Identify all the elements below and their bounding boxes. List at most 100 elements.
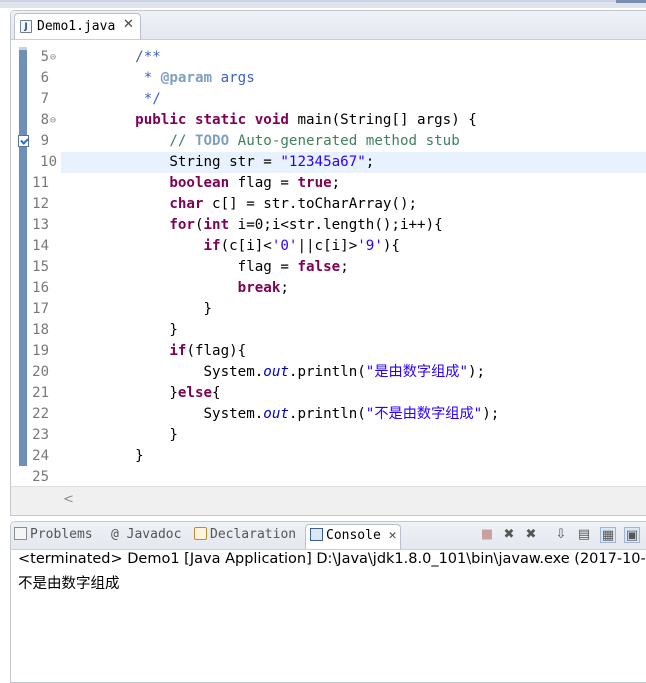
code-text: } (101, 448, 144, 464)
code-text: char c[] = str.toCharArray(); (169, 196, 418, 212)
code-line[interactable]: 7 */ (11, 89, 646, 110)
remove-launch-icon[interactable]: ✖ (501, 527, 517, 543)
problems-icon (14, 527, 27, 540)
code-text: */ (101, 91, 161, 107)
tab-label: @ Javadoc (111, 527, 182, 542)
line-number: 5 (40, 49, 49, 65)
code-line[interactable]: 24 } (11, 446, 646, 467)
line-number: 7 (40, 91, 49, 107)
fold-collapse-icon[interactable]: ⊖ (50, 110, 56, 131)
code-line[interactable]: 15 flag = false; (11, 257, 646, 278)
code-text: break; (237, 280, 289, 296)
console-panel: Problems @ Javadoc Declaration Console ✕ ■ ✖ ✖… (10, 521, 646, 683)
tab-javadoc[interactable]: @ Javadoc (111, 527, 181, 547)
tab-label: Declaration (210, 527, 297, 542)
code-line[interactable]: 25 (11, 467, 646, 488)
line-number: 23 (32, 427, 49, 443)
code-line[interactable]: 8 ⊖ public static void main(String[] args… (11, 110, 646, 131)
code-text: }else{ (101, 385, 221, 401)
line-number: 21 (32, 385, 49, 401)
code-text: flag = false; (101, 259, 349, 275)
display-selected-console-icon[interactable]: ▣ (624, 527, 640, 543)
window-top-border (0, 0, 646, 2)
code-line[interactable]: 10 String str = "12345a67"; (40, 152, 646, 173)
code-line[interactable]: 20 System.out.println("是由数字组成"); (11, 362, 646, 383)
code-text: String str = "12345a67"; (101, 154, 375, 170)
code-text: } (101, 427, 178, 443)
code-text: System.out.println("是由数字组成"); (101, 364, 486, 380)
tab-problems[interactable]: Problems (14, 527, 93, 547)
line-number: 25 (32, 469, 49, 485)
line-number: 13 (32, 217, 49, 233)
code-text: /** (101, 49, 161, 65)
tab-label: Console (326, 528, 381, 543)
editor-panel: J Demo1.java ✕ 5 ⊖ /** 6 * @param args 7 */… (10, 10, 646, 516)
close-icon[interactable]: ✕ (381, 528, 397, 543)
terminate-icon[interactable]: ■ (479, 527, 495, 543)
code-line[interactable]: 14 if(c[i]<'0'||c[i]>'9'){ (11, 236, 646, 257)
code-line[interactable]: 17 } (11, 299, 646, 320)
code-line[interactable]: 9 // TODO Auto-generated method stub (11, 131, 646, 152)
line-number: 14 (32, 238, 49, 254)
close-icon[interactable]: ✕ (123, 17, 134, 32)
code-text: boolean flag = true; (169, 175, 341, 191)
window-top-scroll-indicator (616, 0, 646, 3)
line-number: 8 (40, 112, 49, 128)
line-number: 18 (32, 322, 49, 338)
code-line[interactable]: 22 System.out.println("不是由数字组成"); (11, 404, 646, 425)
line-number: 16 (32, 280, 49, 296)
console-status-line: <terminated> Demo1 [Java Application] D:… (18, 551, 646, 567)
pin-console-icon[interactable]: ▦ (600, 527, 616, 543)
scroll-left-icon[interactable]: < (63, 492, 74, 507)
task-marker-icon[interactable] (18, 135, 29, 147)
code-line[interactable]: 23 } (11, 425, 646, 446)
console-icon (310, 528, 323, 541)
line-number: 24 (32, 448, 49, 464)
code-line[interactable]: 19 if(flag){ (11, 341, 646, 362)
java-file-icon: J (20, 20, 32, 33)
horizontal-scrollbar[interactable]: < (11, 486, 646, 515)
code-text: * @param args (101, 70, 255, 86)
code-text: } (101, 322, 178, 338)
scroll-lock-icon[interactable]: ⇩ (553, 527, 569, 543)
line-number: 15 (32, 259, 49, 275)
line-number: 10 (40, 154, 57, 170)
code-editor[interactable]: 5 ⊖ /** 6 * @param args 7 */8 ⊖ public stati… (11, 40, 646, 486)
code-text: System.out.println("不是由数字组成"); (101, 406, 500, 422)
line-number: 20 (32, 364, 49, 380)
code-text: public static void main(String[] args) { (135, 112, 477, 128)
remove-all-terminated-icon[interactable]: ✖ (523, 527, 539, 543)
code-text: if(flag){ (169, 343, 247, 359)
line-number: 19 (32, 343, 49, 359)
code-line[interactable]: 6 * @param args (11, 68, 646, 89)
tab-console[interactable]: Console ✕ (305, 524, 402, 549)
line-number: 22 (32, 406, 49, 422)
tab-declaration[interactable]: Declaration (194, 527, 296, 547)
declaration-icon (194, 527, 207, 540)
code-line[interactable]: 5 ⊖ /** (11, 47, 646, 68)
code-line[interactable]: 21 }else{ (11, 383, 646, 404)
line-number: 9 (40, 133, 49, 149)
code-text: } (101, 301, 213, 317)
window-top-strip (0, 0, 646, 8)
code-text: // TODO Auto-generated method stub (101, 133, 460, 149)
code-text: for(int i=0;i<str.length();i++){ (169, 217, 443, 233)
word-wrap-icon[interactable]: ▤ (576, 527, 592, 543)
line-number: 17 (32, 301, 49, 317)
console-output[interactable]: 不是由数字组成 (18, 572, 120, 593)
line-number: 12 (32, 196, 49, 212)
editor-tab-demo1-java[interactable]: J Demo1.java ✕ (14, 13, 141, 39)
code-text: if(c[i]<'0'||c[i]>'9'){ (203, 238, 400, 254)
code-line[interactable]: 13 for(int i=0;i<str.length();i++){ (11, 215, 646, 236)
console-tab-bar: Problems @ Javadoc Declaration Console ✕ ■ ✖ ✖… (11, 522, 646, 550)
code-line[interactable]: 18 } (11, 320, 646, 341)
code-line[interactable]: 16 break; (11, 278, 646, 299)
code-line[interactable]: 11 boolean flag = true; (11, 173, 646, 194)
line-number: 6 (40, 70, 49, 86)
code-line[interactable]: 12 char c[] = str.toCharArray(); (11, 194, 646, 215)
editor-tab-label: Demo1.java (37, 19, 116, 34)
tab-label: Problems (30, 527, 93, 542)
editor-tab-bar: J Demo1.java ✕ (11, 11, 646, 40)
fold-collapse-icon[interactable]: ⊖ (50, 47, 56, 68)
line-number: 11 (32, 175, 49, 191)
